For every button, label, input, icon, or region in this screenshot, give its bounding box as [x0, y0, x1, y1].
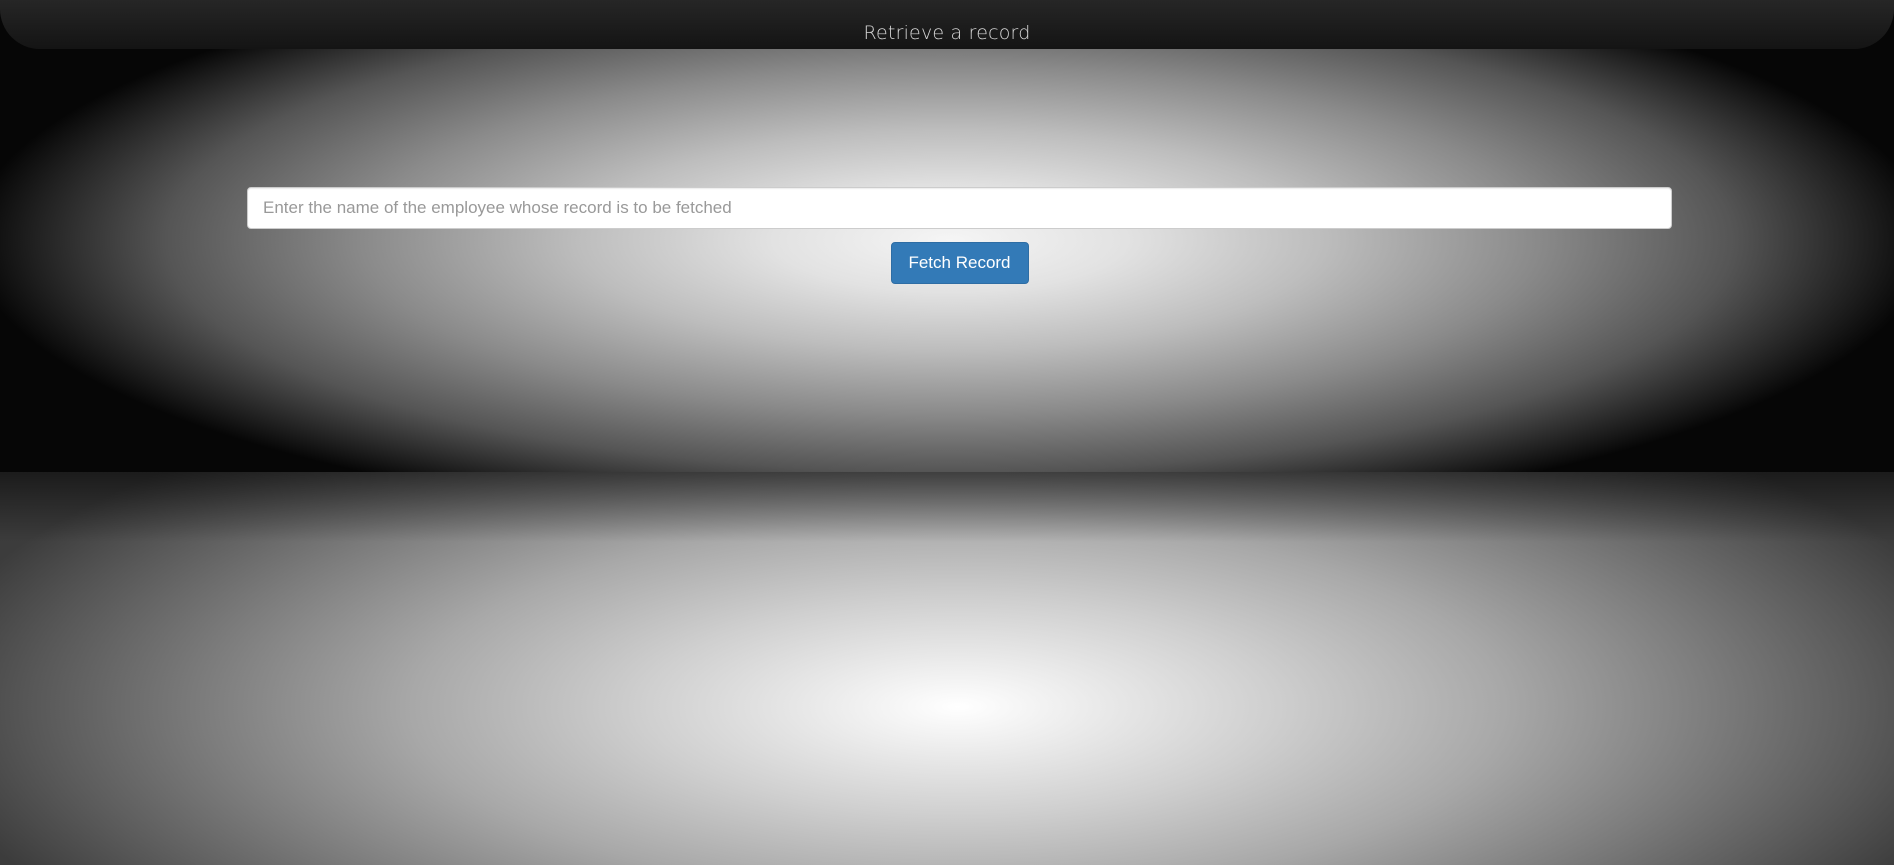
header-bar: Retrieve a record [0, 0, 1894, 49]
fetch-record-form: Fetch Record [247, 187, 1672, 284]
page-title: Retrieve a record [863, 21, 1031, 44]
background-bottom-gradient [0, 472, 1894, 865]
employee-name-input[interactable] [247, 187, 1672, 229]
fetch-record-button[interactable]: Fetch Record [890, 242, 1029, 284]
